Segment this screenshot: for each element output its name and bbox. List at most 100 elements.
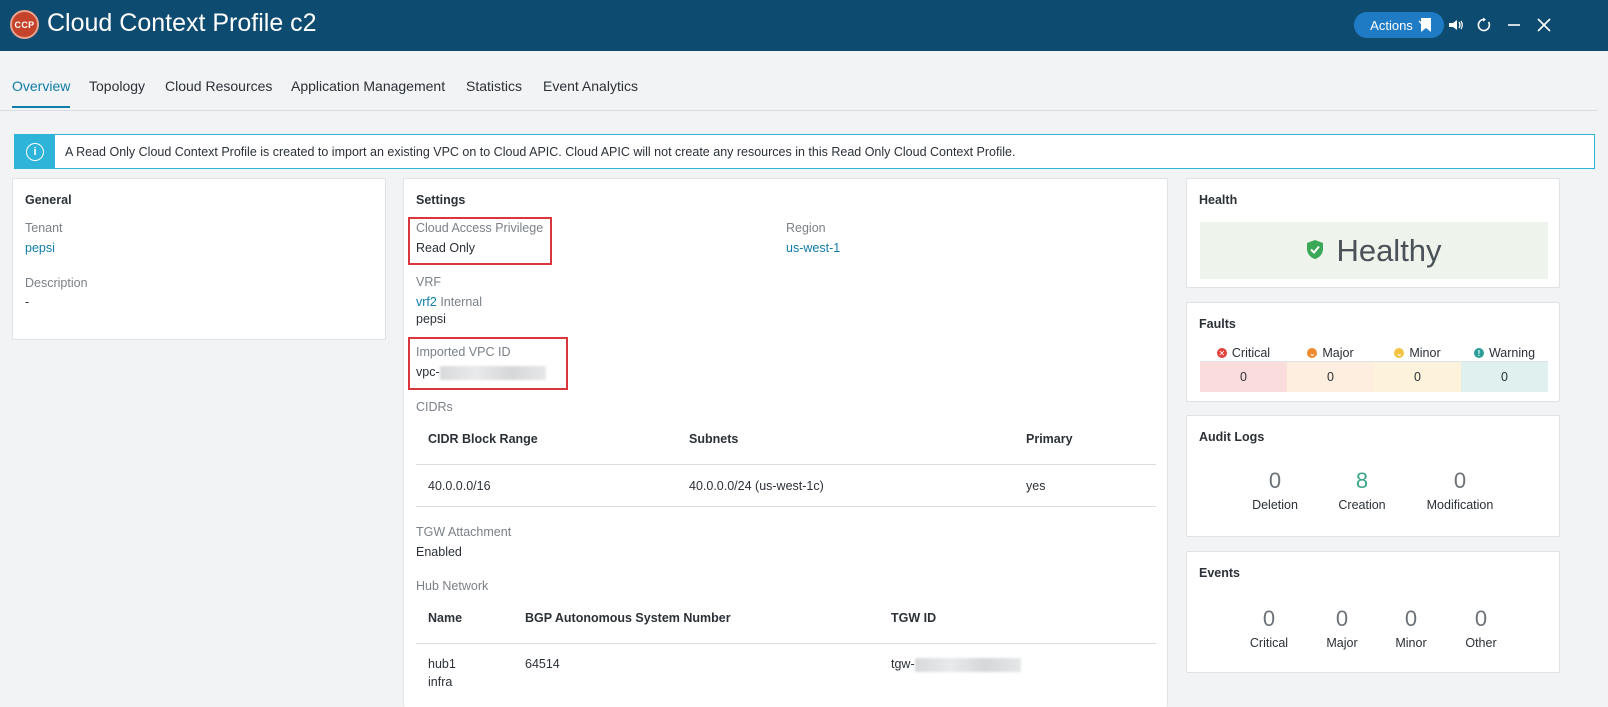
hub-network-label: Hub Network [416,579,489,593]
cidr-range-cell: 40.0.0.0/16 [428,479,491,493]
tab-overview[interactable]: Overview [12,78,71,108]
hub-header-name: Name [428,611,463,625]
fault-critical[interactable]: ✕ Critical 0 [1200,345,1287,392]
audit-creation-count: 8 [1355,468,1369,493]
bookmark-icon[interactable] [1416,14,1436,36]
general-title: General [25,193,72,207]
event-other[interactable]: 0 Other [1431,606,1531,650]
description-label: Description [25,276,88,290]
audit-creation[interactable]: 8 Creation [1312,468,1412,512]
vpc-prefix: vpc- [416,365,440,379]
health-status: Healthy [1336,232,1442,268]
feedback-icon[interactable] [1446,14,1466,36]
tab-cloud-resources[interactable]: Cloud Resources [165,78,272,106]
faults-title: Faults [1199,317,1236,331]
tab-bar: Overview Topology Cloud Resources Applic… [0,51,1598,111]
page-title: Cloud Context Profile c2 [47,9,317,37]
hub-header-asn: BGP Autonomous System Number [525,611,731,625]
description-value: - [25,295,30,309]
tenant-label: Tenant [25,221,63,235]
info-banner: i A Read Only Cloud Context Profile is c… [14,134,1595,169]
vrf-link[interactable]: vrf2 [416,295,437,309]
faults-card: Faults ✕ Critical 0 ⌄ Major 0 ⌄ Minor 0 ! Wa… [1186,302,1560,402]
tab-topology[interactable]: Topology [89,78,145,106]
actions-button-label: Actions [1370,17,1413,33]
major-icon: ⌄ [1307,348,1318,358]
hub-tgw-cell: tgw- [891,657,1021,672]
tgw-value: Enabled [416,545,462,559]
close-icon[interactable] [1534,14,1554,36]
fault-major-count: 0 [1327,369,1334,384]
event-other-count: 0 [1474,606,1488,631]
ccp-logo-icon: CCP [10,10,39,39]
divider [416,643,1156,644]
tab-statistics[interactable]: Statistics [466,78,522,106]
critical-icon: ✕ [1216,348,1227,358]
tgw-prefix: tgw- [891,657,915,671]
info-icon: i [15,135,55,168]
fault-warning[interactable]: ! Warning 0 [1461,345,1548,392]
settings-title: Settings [416,193,466,207]
shield-check-icon [1306,239,1324,263]
vrf-value: vrf2 Internal [416,295,482,309]
tab-application-management[interactable]: Application Management [291,78,445,106]
events-card: Events 0 Critical 0 Major 0 Minor 0 Othe… [1186,551,1560,673]
audit-deletion-label: Deletion [1252,498,1298,512]
fault-major[interactable]: ⌄ Major 0 [1287,345,1374,392]
audit-modification-count: 0 [1453,468,1467,493]
general-card: General Tenant pepsi Description - [12,178,386,340]
fault-minor-count: 0 [1414,369,1421,384]
audit-modification-label: Modification [1426,498,1494,512]
event-other-label: Other [1465,636,1497,650]
cidr-subnets-cell: 40.0.0.0/24 (us-west-1c) [689,479,824,493]
fault-minor-label: Minor [1409,346,1441,360]
minor-icon: ⌄ [1394,348,1405,358]
health-status-box: Healthy [1200,222,1548,279]
fault-minor[interactable]: ⌄ Minor 0 [1374,345,1461,392]
hub-asn-cell: 64514 [525,657,560,671]
refresh-icon[interactable] [1474,14,1494,36]
fault-critical-label: Critical [1231,346,1271,360]
events-title: Events [1199,566,1240,580]
vrf-label: VRF [416,275,441,289]
cidrs-label: CIDRs [416,400,453,414]
cidr-header-range: CIDR Block Range [428,432,538,446]
app-header: CCP Cloud Context Profile c2 Actions [0,0,1608,51]
cidr-header-subnets: Subnets [689,432,739,446]
audit-logs-card: Audit Logs 0 Deletion 8 Creation 0 Modif… [1186,415,1560,537]
hub-name-link[interactable]: hub1 [428,657,456,671]
redacted-block [914,657,1021,672]
tab-event-analytics[interactable]: Event Analytics [543,78,638,106]
region-label: Region [786,221,826,235]
tgw-label: TGW Attachment [416,525,512,539]
audit-creation-label: Creation [1338,498,1386,512]
fault-major-label: Major [1322,346,1354,360]
redacted-block [439,365,546,380]
access-value: Read Only [416,241,476,255]
divider [416,464,1156,465]
tenant-link[interactable]: pepsi [25,241,55,255]
health-title: Health [1199,193,1238,207]
fault-critical-count: 0 [1240,369,1247,384]
warning-icon: ! [1473,348,1484,358]
fault-warning-count: 0 [1501,369,1508,384]
settings-card: Settings Cloud Access Privilege Read Onl… [403,178,1168,707]
audit-modification[interactable]: 0 Modification [1410,468,1510,512]
vpc-value: vpc- [416,365,546,380]
audit-deletion[interactable]: 0 Deletion [1225,468,1325,512]
vpc-label: Imported VPC ID [416,345,511,359]
vrf-type: Internal [440,295,483,309]
region-link[interactable]: us-west-1 [786,241,840,255]
minimize-icon[interactable] [1504,14,1524,36]
health-card: Health Healthy [1186,178,1560,288]
audit-logs-title: Audit Logs [1199,430,1265,444]
cidr-header-primary: Primary [1026,432,1073,446]
hub-sub-label: infra [428,675,453,689]
audit-deletion-count: 0 [1268,468,1282,493]
access-label: Cloud Access Privilege [416,221,544,235]
info-banner-text: A Read Only Cloud Context Profile is cre… [65,144,1016,159]
cidr-primary-cell: yes [1026,479,1046,493]
divider [416,506,1156,507]
hub-header-tgw-id: TGW ID [891,611,937,625]
vrf-tenant: pepsi [416,312,446,326]
